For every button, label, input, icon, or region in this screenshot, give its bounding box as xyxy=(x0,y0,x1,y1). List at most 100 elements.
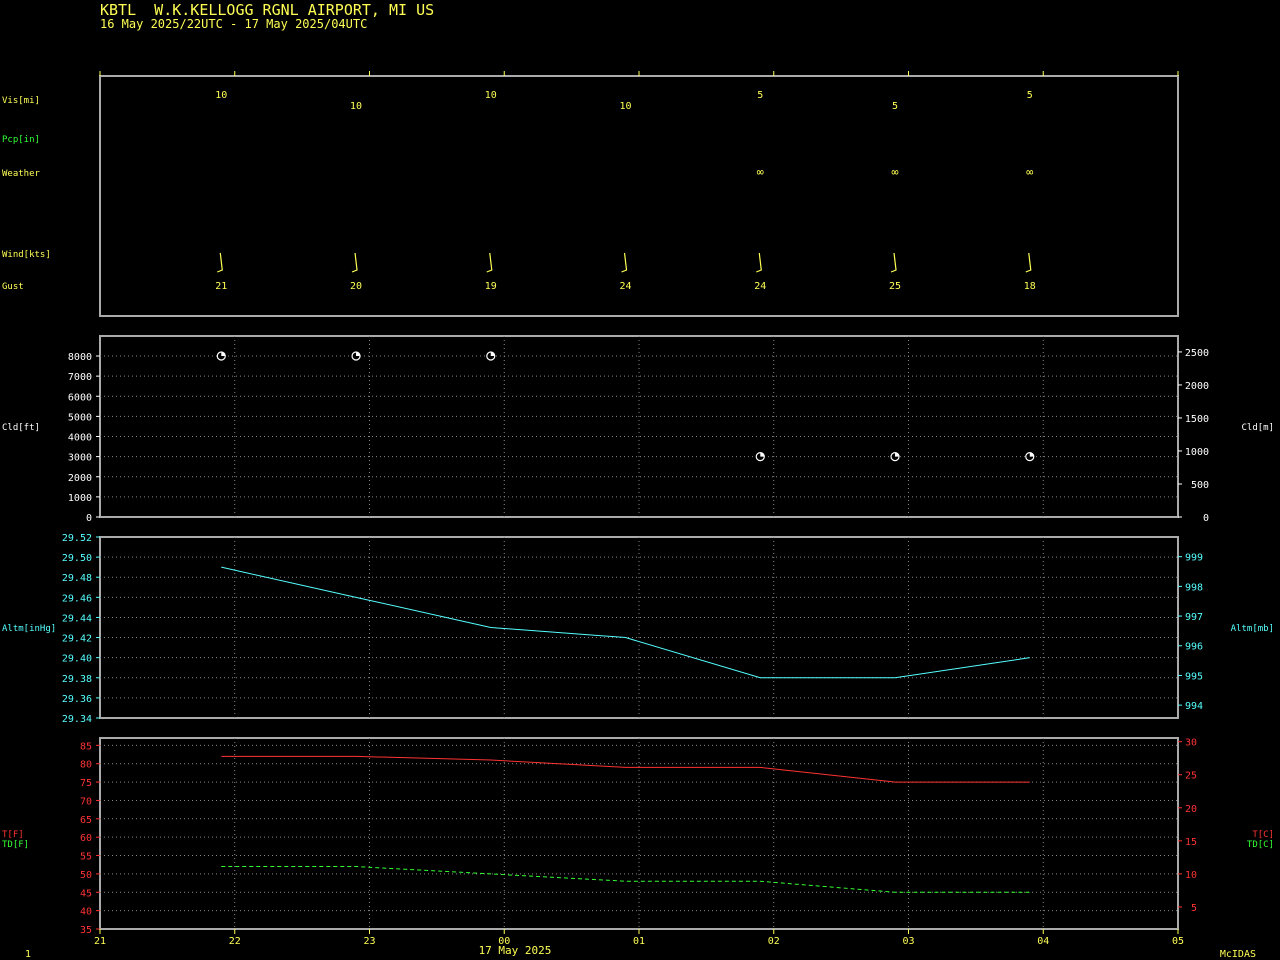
obs-row-label: Wind[kts] xyxy=(2,250,51,260)
altimeter-ytick-label: 29.52 xyxy=(62,533,92,544)
cloud-fill xyxy=(221,352,226,356)
gust-value: 18 xyxy=(1024,281,1036,292)
temperature-ytick-label: 55 xyxy=(80,852,92,863)
temperature-ytick-label: 75 xyxy=(80,778,92,789)
x-axis-tick-label: 22 xyxy=(229,936,241,947)
wind-barb xyxy=(1025,252,1032,273)
x-axis-tick-label: 01 xyxy=(633,936,645,947)
weather-symbol: ∞ xyxy=(891,165,898,179)
obs-row-label: Weather xyxy=(2,169,41,179)
visibility-value: 5 xyxy=(1027,90,1033,101)
obs-row-label: Gust xyxy=(2,282,24,292)
temperature-ytick-label: 40 xyxy=(80,907,92,918)
cloud-right-ytick-label: 1500 xyxy=(1185,414,1209,425)
cloud-fill xyxy=(356,352,361,356)
visibility-value: 10 xyxy=(620,101,632,112)
weather-symbol: ∞ xyxy=(757,165,764,179)
visibility-value: 10 xyxy=(215,90,227,101)
altimeter-ylabel-right: Altm[mb] xyxy=(1231,624,1274,634)
altimeter-ytick-label: 29.34 xyxy=(62,714,92,725)
temperature-ytick-label: 65 xyxy=(80,815,92,826)
wind-barb xyxy=(217,252,223,273)
gust-value: 21 xyxy=(215,281,227,292)
cloud-ytick-label: 0 xyxy=(86,513,92,524)
altimeter-right-ytick-label: 994 xyxy=(1185,701,1203,712)
temperature-ytick-label: 80 xyxy=(80,760,92,771)
temperature-right-ytick-label: 5 xyxy=(1191,903,1197,914)
cloud-right-ytick-label: 2000 xyxy=(1185,381,1209,392)
obs-table-frame xyxy=(99,75,1179,317)
x-axis-tick-label: 05 xyxy=(1172,936,1184,947)
temperature-ylabel-right: T[C] xyxy=(1252,830,1274,840)
altimeter-ytick-label: 29.40 xyxy=(62,654,92,665)
altimeter-right-ytick-label: 995 xyxy=(1185,671,1203,682)
altimeter-ylabel: Altm[inHg] xyxy=(2,624,56,634)
weather-symbol: ∞ xyxy=(1026,165,1033,179)
altimeter-ytick-label: 29.48 xyxy=(62,573,92,584)
cloud-fill xyxy=(760,452,765,457)
temperature-right-ytick-label: 30 xyxy=(1185,738,1197,749)
temperature-right-ytick-label: 10 xyxy=(1185,870,1197,881)
cloud-ytick-label: 3000 xyxy=(68,453,92,464)
cloud-ytick-label: 5000 xyxy=(68,412,92,423)
obs-row-label: Vis[mi] xyxy=(2,96,40,106)
x-axis-tick-label: 21 xyxy=(94,936,106,947)
wind-barb xyxy=(351,252,358,273)
visibility-value: 5 xyxy=(892,101,898,112)
altimeter-ytick-label: 29.50 xyxy=(62,553,92,564)
temperature-ytick-label: 45 xyxy=(80,888,92,899)
temperature-ytick-label: 70 xyxy=(80,796,92,807)
page-number: 1 xyxy=(25,949,31,960)
wind-barb xyxy=(890,252,897,273)
temperature-ytick-label: 50 xyxy=(80,870,92,881)
altimeter-ytick-label: 29.46 xyxy=(62,593,92,604)
cloud-ylabel-right: Cld[m] xyxy=(1241,423,1274,433)
altimeter-ytick-label: 29.38 xyxy=(62,674,92,685)
altimeter-ytick-label: 29.36 xyxy=(62,694,92,705)
temperature-right-ytick-label: 15 xyxy=(1185,837,1197,848)
x-axis-tick-label: 03 xyxy=(902,936,914,947)
temperature-ytick-label: 60 xyxy=(80,833,92,844)
gust-value: 19 xyxy=(485,281,497,292)
dewpoint-ylabel-right: TD[C] xyxy=(1247,840,1274,850)
cloud-fill xyxy=(490,352,495,356)
wind-barb xyxy=(756,252,762,273)
temperature-ytick-label: 85 xyxy=(80,741,92,752)
cloud-cover-symbol xyxy=(1025,452,1035,462)
x-axis-date-label: 17 May 2025 xyxy=(479,944,552,957)
cloud-ytick-label: 7000 xyxy=(68,372,92,383)
visibility-value: 10 xyxy=(485,90,497,101)
cloud-right-ytick-label: 500 xyxy=(1191,480,1209,491)
x-axis-tick-label: 02 xyxy=(768,936,780,947)
temperature-ylabel: T[F] xyxy=(2,830,24,840)
cloud-ytick-label: 4000 xyxy=(68,433,92,444)
temperature-right-ytick-label: 20 xyxy=(1185,804,1197,815)
altimeter-right-ytick-label: 997 xyxy=(1185,612,1203,623)
cloud-right-ytick-label: 0 xyxy=(1203,513,1209,524)
cloud-ytick-label: 2000 xyxy=(68,473,92,484)
x-axis-tick-label: 23 xyxy=(363,936,375,947)
visibility-value: 10 xyxy=(350,101,362,112)
cloud-fill xyxy=(895,452,900,457)
altimeter-ytick-label: 29.42 xyxy=(62,634,92,645)
dewpoint-ylabel: TD[F] xyxy=(2,840,29,850)
cloud-cover-symbol xyxy=(351,351,361,361)
gust-value: 25 xyxy=(889,281,901,292)
gust-value: 24 xyxy=(754,281,766,292)
gust-value: 24 xyxy=(620,281,632,292)
cloud-ytick-label: 8000 xyxy=(68,352,92,363)
altimeter-frame xyxy=(99,536,1179,719)
temperature-ytick-label: 35 xyxy=(80,925,92,936)
wind-barb xyxy=(486,252,493,273)
gust-value: 20 xyxy=(350,281,362,292)
meteogram: Vis[mi]Pcp[in]WeatherWind[kts]Gust101010… xyxy=(2,71,1274,960)
x-axis-tick-label: 04 xyxy=(1037,936,1049,947)
altimeter-right-ytick-label: 999 xyxy=(1185,553,1203,564)
cloud-cover-symbol xyxy=(486,351,496,361)
altimeter-right-ytick-label: 996 xyxy=(1185,642,1203,653)
cloud-ytick-label: 1000 xyxy=(68,493,92,504)
credit-label: McIDAS xyxy=(1220,949,1256,960)
cloud-frame xyxy=(99,335,1179,518)
visibility-value: 5 xyxy=(757,90,763,101)
temperature-right-ytick-label: 25 xyxy=(1185,771,1197,782)
